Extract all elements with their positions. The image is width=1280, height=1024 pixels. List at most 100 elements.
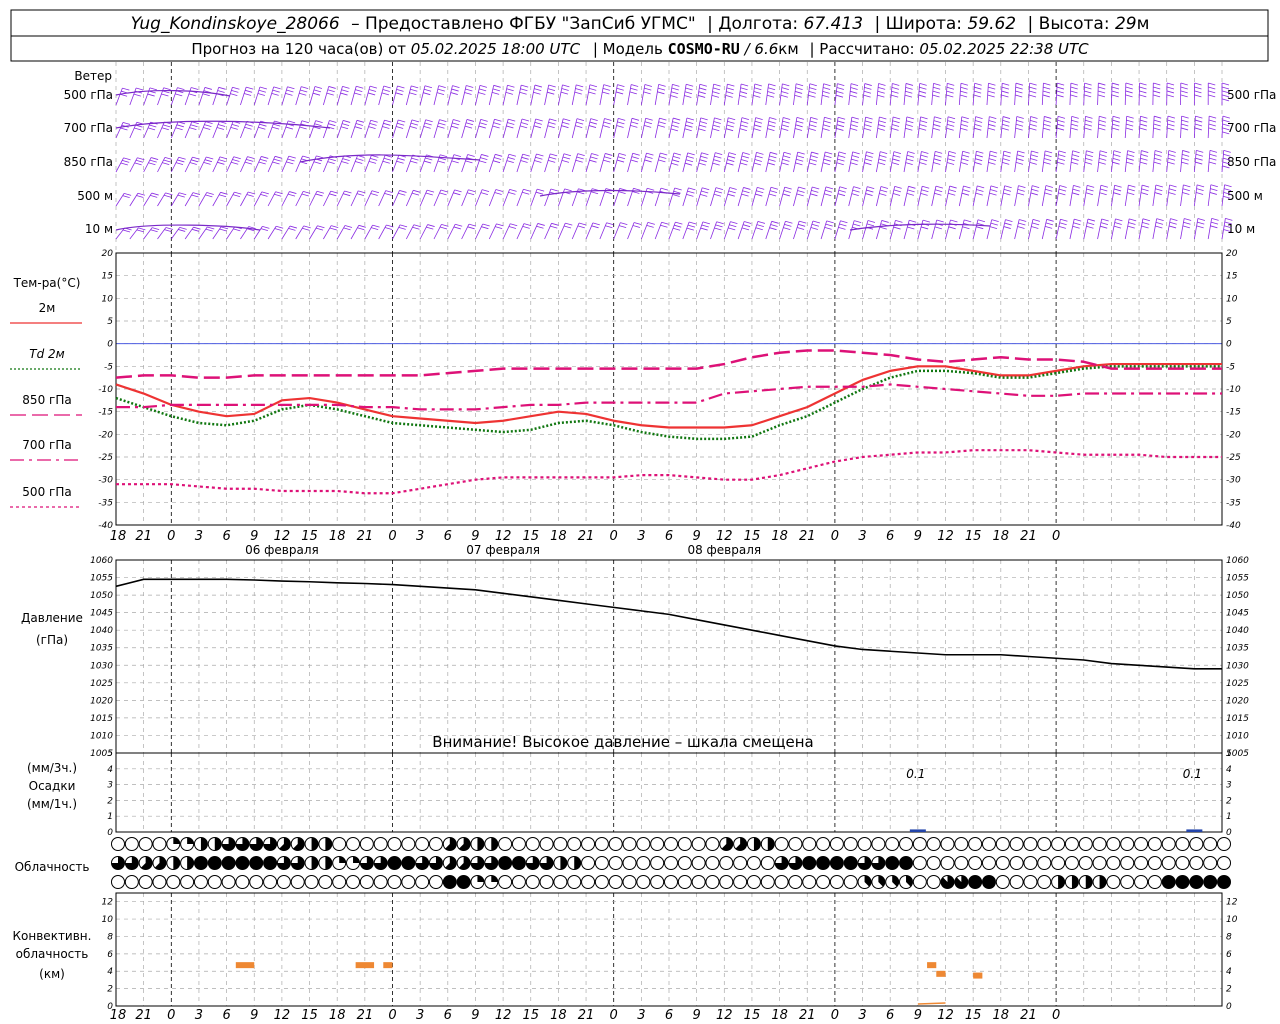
wind-barb-feather	[356, 158, 364, 161]
cloud-cover-symbol	[691, 875, 706, 889]
wind-barb-feather	[907, 189, 915, 193]
wind-barb-feather	[423, 92, 431, 96]
wind-barb-feather	[1058, 225, 1066, 229]
temp-ytick-right: -15	[1226, 408, 1241, 418]
cloud-cover-symbol	[608, 875, 623, 889]
wind-barb-feather	[1098, 86, 1106, 90]
wind-barb	[765, 83, 769, 106]
wind-barb-feather	[756, 224, 764, 227]
wind-barb-feather	[1209, 149, 1218, 153]
wind-barb-feather	[1085, 115, 1093, 119]
wind-barb-feather	[494, 192, 502, 195]
wind-barb-feather	[824, 193, 832, 197]
wind-barb-feather	[906, 158, 914, 162]
wind-barb	[475, 119, 482, 139]
cloud-cover-symbol	[1134, 856, 1149, 870]
precip-panel: 5 54 43 32 21 10 00.1 0.1	[107, 749, 1232, 838]
cloud-cover-symbol	[332, 837, 347, 851]
cloud-cover-symbol	[456, 875, 471, 889]
cloud-cover-symbol	[1134, 837, 1149, 851]
wind-barb-feather	[961, 120, 969, 123]
wind-barb	[875, 220, 883, 240]
wind-barb-feather	[1168, 153, 1176, 157]
wind-barb-feather	[974, 127, 982, 131]
wind-barb	[917, 116, 921, 139]
wind-barb-feather	[878, 124, 886, 127]
wind-barb-feather	[468, 223, 477, 227]
wind-barb-feather	[287, 158, 295, 162]
precip-ytick-right: 3	[1226, 781, 1232, 791]
wind-barb-feather	[1029, 86, 1037, 90]
wind-barb-feather	[381, 92, 390, 96]
wind-barb-feather	[659, 156, 667, 159]
wind-barb-feather	[478, 92, 486, 95]
precip-ytick-right: 4	[1226, 765, 1232, 775]
wind-barb-feather	[453, 119, 461, 122]
cloud-cover-symbol	[373, 837, 388, 851]
wind-barb-feather	[175, 162, 184, 165]
wind-barb-feather	[439, 226, 448, 230]
wind-barb-feather	[864, 158, 873, 162]
wind-barb	[309, 225, 318, 240]
wind-barb-feather	[247, 156, 255, 159]
wind-barb-feather	[604, 191, 612, 195]
wind-barb	[668, 152, 675, 173]
wind-barb-feather	[1166, 94, 1174, 98]
wind-level-label-right: 700 гПа	[1227, 121, 1276, 135]
wind-barb	[364, 86, 371, 106]
temp-ytick-right: -25	[1226, 453, 1241, 463]
wind-barb-feather	[1002, 82, 1010, 86]
wind-barb	[350, 86, 357, 106]
wind-barb-feather	[1071, 119, 1079, 123]
wind-barb-feather	[589, 159, 597, 163]
wind-barb-feather	[715, 187, 724, 191]
wind-barb-feather	[730, 221, 738, 225]
wind-barb	[585, 153, 592, 173]
wind-barb-feather	[949, 185, 957, 189]
wind-barb-feather	[658, 121, 666, 125]
wind-barb-feather	[863, 94, 871, 98]
wind-barb-feather	[1180, 82, 1188, 86]
wind-barb-feather	[714, 227, 722, 231]
wind-barb-feather	[687, 152, 695, 156]
cloud-cover-symbol	[1037, 875, 1052, 889]
wind-barb	[240, 86, 247, 106]
wind-barb-feather	[548, 84, 556, 88]
wind-barb-feather	[987, 94, 995, 98]
cloud-cover-symbol	[442, 875, 457, 889]
wind-barb	[737, 83, 742, 106]
time-hour-label: 9	[250, 1008, 258, 1023]
precip-ytick-right: 1	[1226, 812, 1232, 822]
wind-barb-feather	[189, 127, 197, 131]
wind-barb	[184, 121, 193, 139]
cloud-cover-symbol	[746, 875, 761, 889]
wind-barb	[336, 155, 345, 173]
wind-barb	[627, 84, 632, 106]
wind-barb-feather	[151, 192, 159, 196]
cloud-cover-symbol	[733, 856, 748, 870]
wind-barb-feather	[670, 128, 679, 132]
wind-barb	[1055, 150, 1060, 173]
wind-barb-feather	[560, 91, 569, 95]
precip-ytick-left: 4	[107, 765, 113, 775]
wind-barb-feather	[1153, 123, 1161, 127]
wind-barb-feather	[850, 124, 858, 128]
wind-barb-feather	[781, 87, 789, 91]
cloud-cover-symbol	[1078, 856, 1093, 870]
wind-barb	[931, 151, 936, 173]
wind-barb-feather	[796, 158, 804, 162]
wind-barb-feather	[243, 93, 252, 96]
cloud-cover-fill	[173, 856, 180, 870]
cloud-panel	[111, 837, 1231, 889]
wind-barb-feather	[1114, 184, 1122, 188]
wind-barb	[405, 119, 413, 139]
cloud-cover-symbol	[166, 875, 181, 889]
wind-barb	[1207, 218, 1213, 240]
wind-barb-feather	[534, 84, 543, 88]
wind-barb-feather	[1086, 188, 1094, 192]
wind-barb-feather	[1070, 127, 1078, 131]
wind-barb-feather	[767, 91, 775, 94]
time-hour-label: 3	[858, 1008, 866, 1023]
wind-barb	[530, 189, 538, 207]
wind-barb	[115, 88, 123, 106]
